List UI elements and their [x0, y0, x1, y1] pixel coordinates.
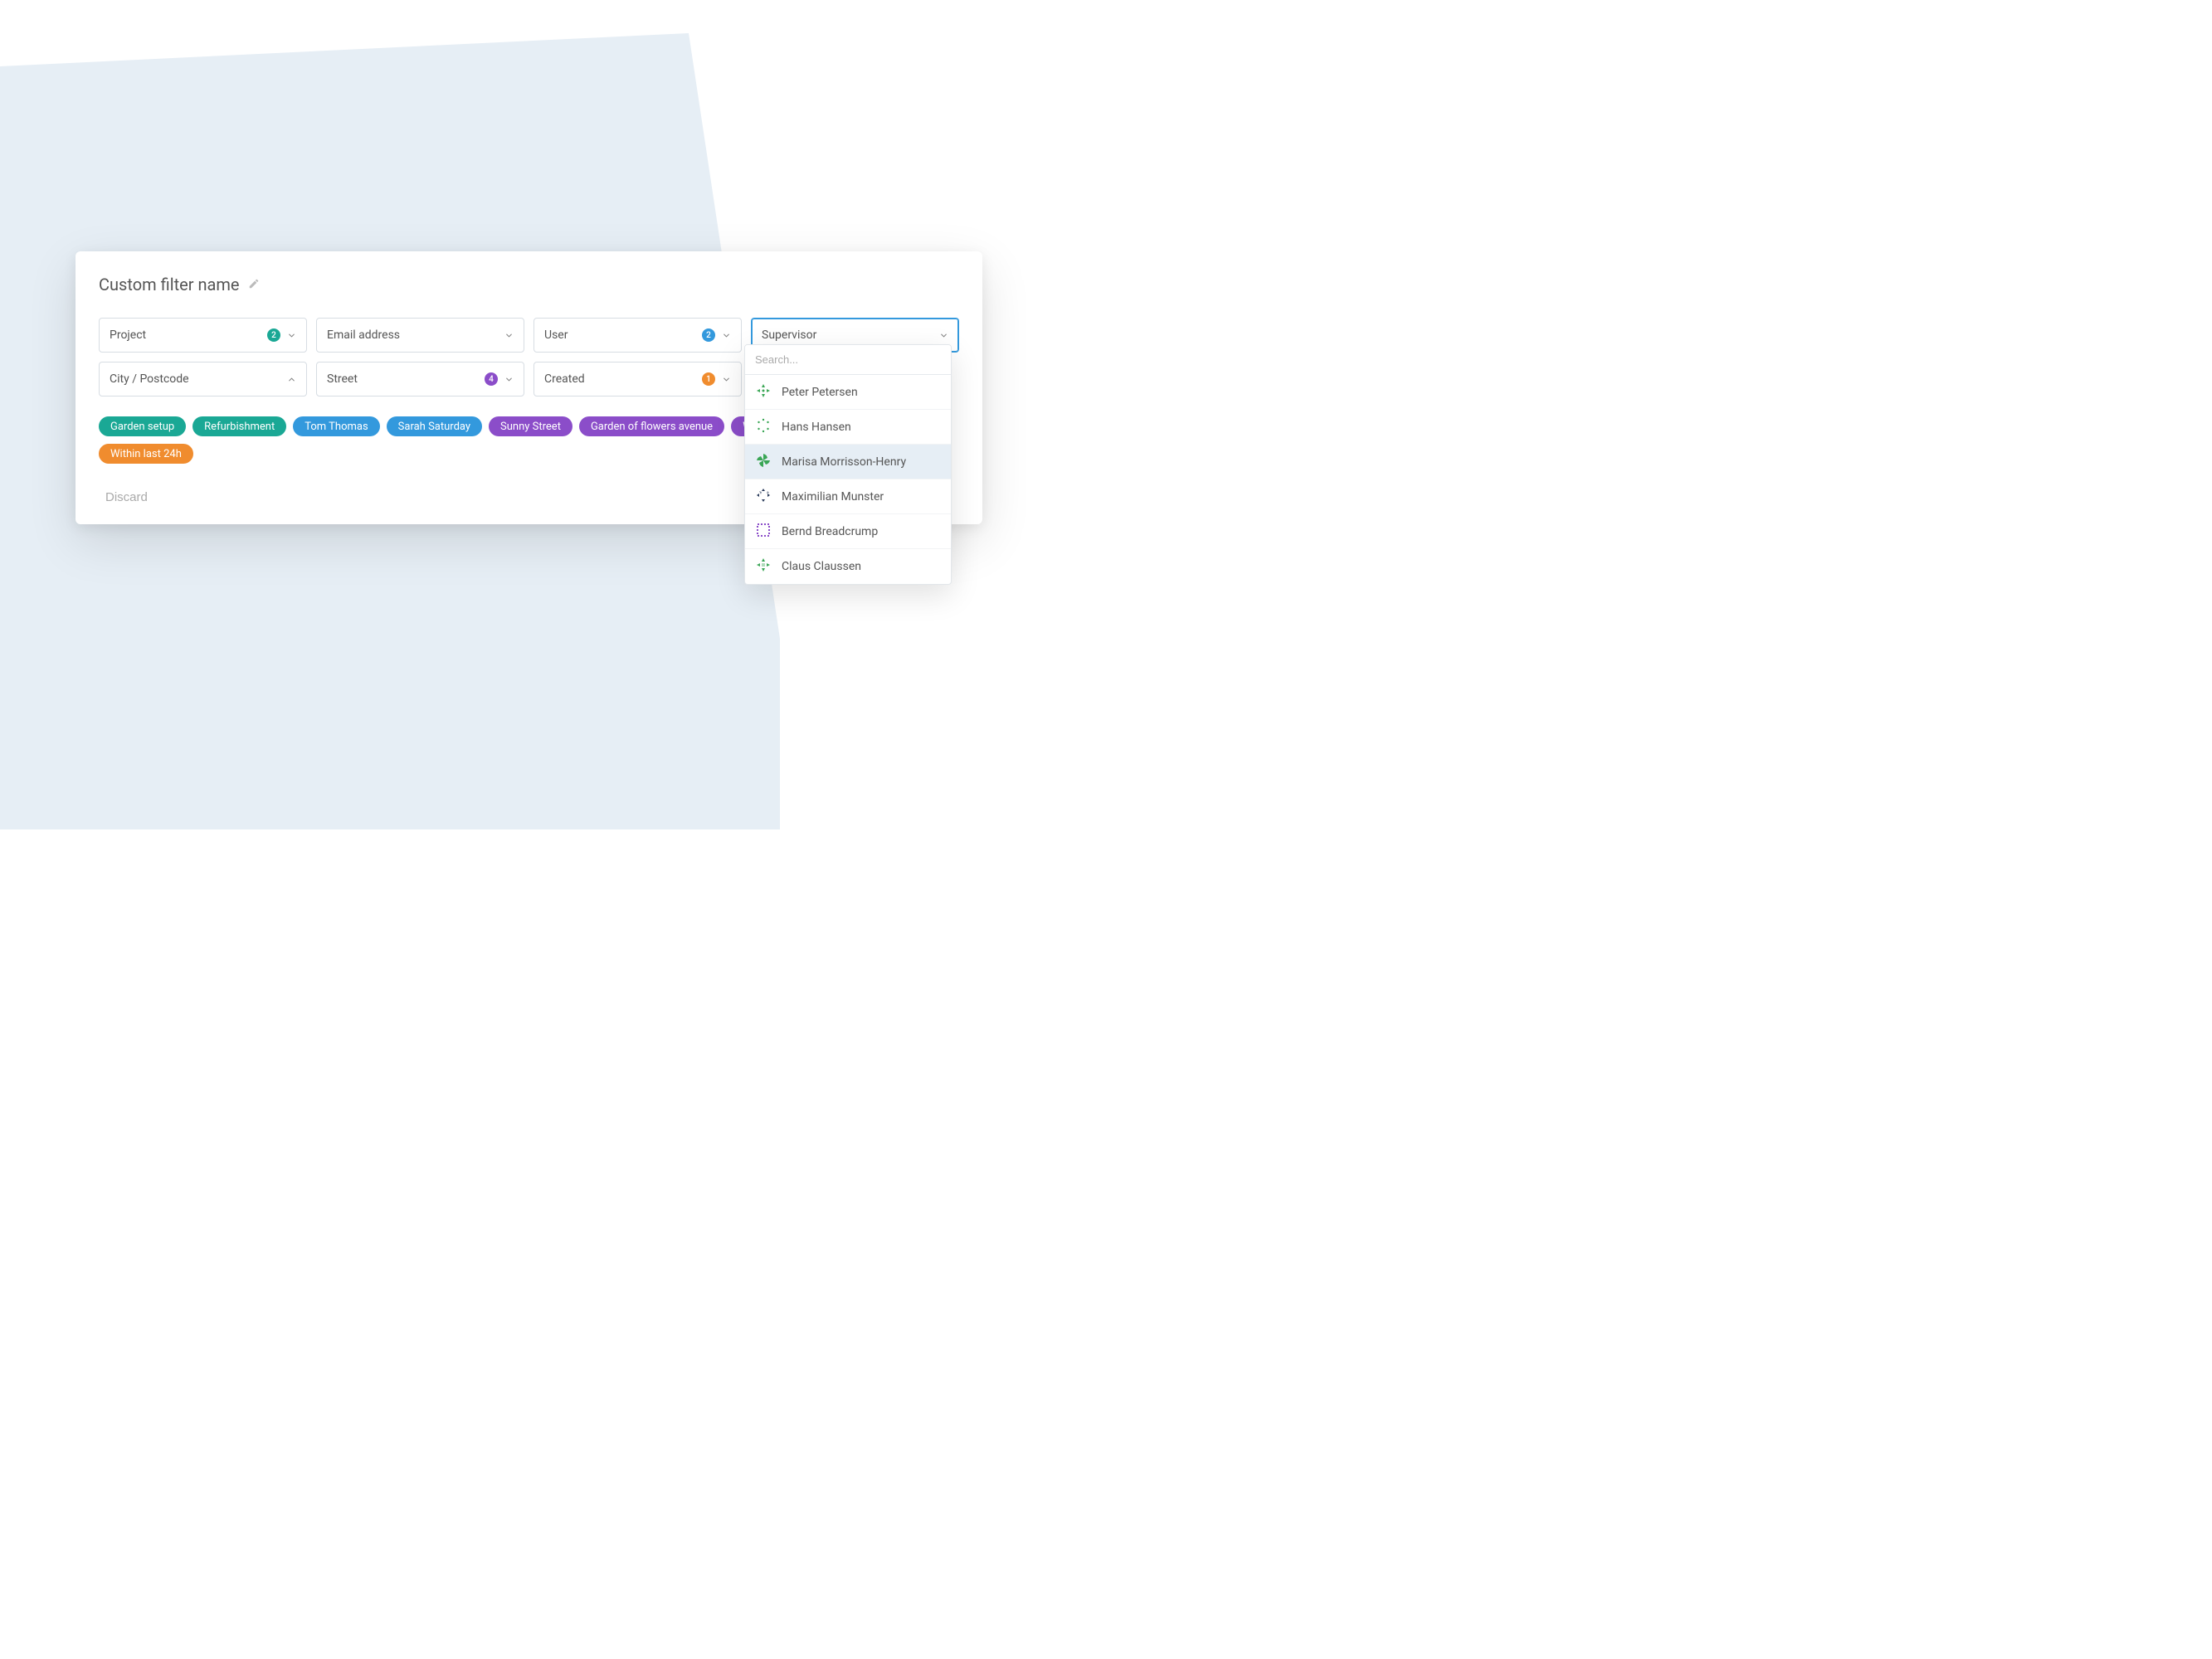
- avatar-icon: [755, 557, 772, 577]
- filter-field-email-address[interactable]: Email address: [316, 318, 524, 353]
- filter-chip[interactable]: Garden of flowers avenue: [579, 416, 724, 436]
- avatar-icon: [755, 487, 772, 507]
- avatar-icon: [755, 382, 772, 402]
- dropdown-option[interactable]: Marisa Morrisson-Henry: [745, 445, 951, 479]
- filter-label: User: [544, 328, 568, 342]
- pencil-icon[interactable]: [248, 277, 260, 293]
- filter-field-city-postcode[interactable]: City / Postcode: [99, 362, 307, 397]
- dropdown-option[interactable]: Claus Claussen: [745, 549, 951, 584]
- chevron-down-icon: [504, 328, 514, 343]
- count-badge: 2: [702, 328, 715, 342]
- chevron-down-icon: [722, 372, 731, 387]
- dropdown-option-label: Claus Claussen: [782, 560, 861, 573]
- dropdown-option[interactable]: Hans Hansen: [745, 410, 951, 445]
- count-badge: 4: [485, 372, 498, 386]
- dropdown-search-input[interactable]: [745, 345, 951, 375]
- count-badge: 1: [702, 372, 715, 386]
- filter-label: Email address: [327, 328, 400, 342]
- dropdown-option[interactable]: Bernd Breadcrump: [745, 514, 951, 549]
- dropdown-option[interactable]: Peter Petersen: [745, 375, 951, 410]
- chevron-down-icon: [939, 328, 948, 343]
- avatar-icon: [755, 417, 772, 437]
- filter-field-street[interactable]: Street 4: [316, 362, 524, 397]
- filter-label: Created: [544, 372, 585, 386]
- filter-chip[interactable]: Within last 24h: [99, 444, 193, 464]
- title-row: Custom filter name: [99, 275, 959, 294]
- filter-label: City / Postcode: [110, 372, 189, 386]
- avatar-icon: [755, 452, 772, 472]
- filter-field-created[interactable]: Created 1: [534, 362, 742, 397]
- filter-field-user[interactable]: User 2: [534, 318, 742, 353]
- chevron-down-icon: [722, 328, 731, 343]
- supervisor-dropdown-panel: Peter Petersen Hans Hansen Marisa Morrisso…: [744, 344, 952, 585]
- chevron-down-icon: [504, 372, 514, 387]
- dropdown-option-label: Maximilian Munster: [782, 490, 884, 504]
- filter-chip[interactable]: Sunny Street: [489, 416, 572, 436]
- filter-chip[interactable]: Tom Thomas: [293, 416, 379, 436]
- filter-chip[interactable]: Sarah Saturday: [387, 416, 482, 436]
- filter-chip[interactable]: Garden setup: [99, 416, 186, 436]
- filter-label: Supervisor: [762, 328, 816, 342]
- count-badge: 2: [267, 328, 280, 342]
- filter-label: Project: [110, 328, 146, 342]
- chevron-up-icon: [287, 372, 296, 387]
- avatar-icon: [755, 522, 772, 542]
- dropdown-option-label: Hans Hansen: [782, 421, 851, 434]
- discard-button[interactable]: Discard: [99, 487, 154, 508]
- filter-chip[interactable]: Refurbishment: [192, 416, 286, 436]
- dropdown-option-label: Marisa Morrisson-Henry: [782, 455, 906, 469]
- filter-label: Street: [327, 372, 358, 386]
- filter-field-project[interactable]: Project 2: [99, 318, 307, 353]
- card-title: Custom filter name: [99, 275, 240, 294]
- dropdown-option[interactable]: Maximilian Munster: [745, 479, 951, 514]
- dropdown-option-label: Peter Petersen: [782, 386, 858, 399]
- dropdown-option-label: Bernd Breadcrump: [782, 525, 878, 538]
- chevron-down-icon: [287, 328, 296, 343]
